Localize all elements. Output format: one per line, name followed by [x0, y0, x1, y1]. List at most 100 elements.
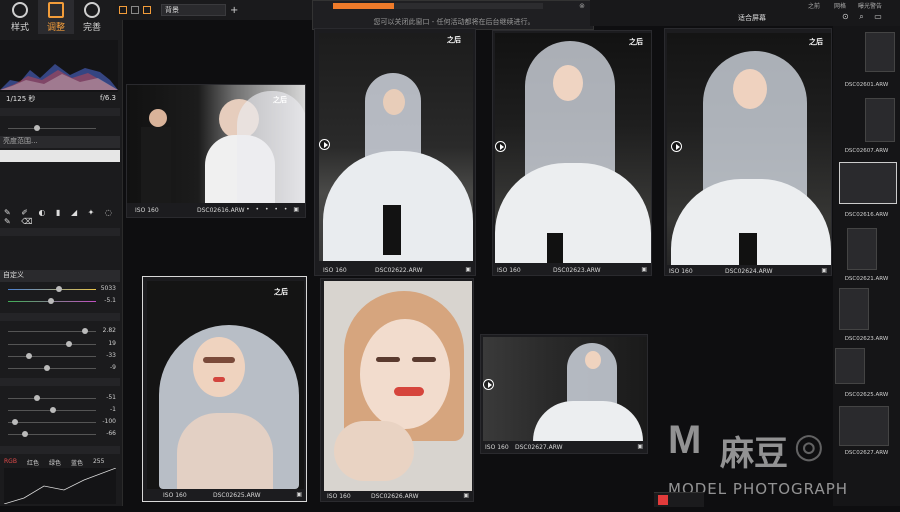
- photo-dsc02624: [667, 33, 831, 265]
- flag-icon[interactable]: ▣: [296, 491, 302, 498]
- layer-opacity-slider[interactable]: [4, 124, 116, 132]
- filmstrip-thumb[interactable]: [847, 228, 877, 270]
- file-name: DSC02616.ARW: [197, 207, 245, 214]
- brightness-slider[interactable]: -33: [4, 352, 116, 360]
- tab-styles-label: 样式: [10, 22, 29, 33]
- thumbnail-card-selected[interactable]: 之后 ISO 160 DSC02625.ARW ▣: [142, 276, 307, 502]
- taskbar: [654, 492, 704, 507]
- curve-tab-blue[interactable]: 蓝色: [71, 458, 83, 467]
- shadow-slider[interactable]: -1: [4, 406, 116, 414]
- brush-tools[interactable]: ✎ ✐ ◐ ▮ ◢ ✦ ◌ ✎ ⌫: [4, 208, 116, 226]
- filmstrip-label: DSC02625.ARW: [844, 392, 889, 398]
- flag-icon[interactable]: ▣: [637, 443, 643, 450]
- photo-dsc02625: [147, 281, 304, 489]
- styles-icon: [12, 1, 28, 18]
- sliders-icon: [48, 1, 64, 18]
- iso-label: ISO 160: [497, 267, 521, 274]
- curve-tab-rgb[interactable]: RGB: [4, 458, 17, 467]
- highlight-slider[interactable]: -51: [4, 394, 116, 402]
- wb-tint-value: -5.1: [104, 297, 116, 304]
- thumbnail-card[interactable]: 之后 ISO 160 DSC02623.ARW ▣: [492, 30, 652, 276]
- refine-icon: [84, 1, 100, 18]
- add-button[interactable]: +: [230, 5, 238, 16]
- iso-label: ISO 160: [327, 493, 351, 500]
- exposure-header: [0, 313, 120, 321]
- play-icon[interactable]: [495, 141, 506, 152]
- flag-icon[interactable]: ▣: [821, 267, 827, 274]
- iso-label: ISO 160: [135, 207, 159, 214]
- photo-dsc02626: [324, 281, 472, 491]
- curve-value: 255: [92, 458, 105, 465]
- filmstrip-thumb[interactable]: [865, 32, 895, 72]
- filmstrip-label: DSC02601.ARW: [844, 82, 889, 88]
- layers-header: [0, 108, 120, 116]
- white-slider[interactable]: -100: [4, 418, 116, 426]
- after-label: 之后: [273, 96, 287, 104]
- input-method-icon[interactable]: [658, 495, 668, 505]
- curve-tab-red[interactable]: 红色: [27, 458, 39, 467]
- after-label: 之后: [274, 288, 288, 296]
- export-progress-fill: [333, 3, 394, 9]
- aperture: f/6.3: [100, 94, 116, 102]
- iso-label: ISO 160: [163, 492, 187, 499]
- tab-refine[interactable]: 完善: [74, 0, 110, 34]
- tab-adjust[interactable]: 调整: [38, 0, 74, 34]
- black-slider[interactable]: -66: [4, 430, 116, 438]
- flag-icon[interactable]: ▣: [465, 266, 471, 273]
- list-view-icon[interactable]: [131, 6, 139, 14]
- thumbnail-card[interactable]: ISO 160 DSC02626.ARW ▣: [320, 278, 474, 502]
- file-name: DSC02622.ARW: [375, 267, 423, 274]
- close-icon[interactable]: ⊗: [579, 2, 585, 10]
- mask-option[interactable]: 亮度范围...: [0, 136, 120, 148]
- browser-toolbar: 背景 +: [115, 0, 315, 20]
- thumbnail-card[interactable]: ISO 160 DSC02627.ARW ▣: [480, 334, 648, 454]
- photo-dsc02627: [483, 337, 647, 441]
- filter-icon[interactable]: [143, 6, 151, 14]
- play-icon[interactable]: [483, 379, 494, 390]
- after-label: 之后: [447, 36, 461, 44]
- photo-dsc02622: [319, 33, 473, 261]
- mask-field[interactable]: [0, 150, 120, 162]
- curve-graph[interactable]: [3, 467, 117, 505]
- curve-header: [0, 446, 120, 454]
- filmstrip-thumb[interactable]: [865, 98, 895, 142]
- thumbnail-card[interactable]: 之后 ISO 160 DSC02624.ARW ▣: [664, 28, 832, 276]
- export-progress: [333, 3, 543, 9]
- curve-tabs: RGB 红色 绿色 蓝色 255: [4, 458, 104, 467]
- filmstrip-label: DSC02621.ARW: [844, 276, 889, 282]
- filmstrip-thumb[interactable]: [839, 288, 869, 330]
- menu-exposure-warning[interactable]: 曝光警告: [858, 1, 882, 10]
- viewer-toolbar: 之前 网格 曝光警告 适合屏幕 ⊙ ⌕ ▭ ⋯: [590, 0, 900, 31]
- file-name: DSC02626.ARW: [371, 493, 419, 500]
- thumbnail-card[interactable]: 之后 ISO 160 DSC02622.ARW ▣: [314, 28, 476, 276]
- curve-tab-green[interactable]: 绿色: [49, 458, 61, 467]
- grid-view-icon[interactable]: [119, 6, 127, 14]
- play-icon[interactable]: [671, 141, 682, 152]
- flag-icon[interactable]: ▣: [641, 266, 647, 273]
- after-label: 之后: [629, 38, 643, 46]
- tab-styles[interactable]: 样式: [2, 0, 38, 34]
- tab-adjust-label: 调整: [46, 22, 65, 33]
- play-icon[interactable]: [319, 139, 330, 150]
- flag-icon[interactable]: ▣: [463, 492, 469, 499]
- histogram: [0, 40, 118, 92]
- photo-dsc02623: [495, 33, 651, 263]
- wb-tint-slider[interactable]: -5.1: [4, 297, 116, 305]
- menu-grid[interactable]: 网格: [834, 1, 846, 10]
- wb-preset[interactable]: 自定义: [0, 270, 120, 282]
- contrast-slider[interactable]: 19: [4, 340, 116, 348]
- wb-temp-slider[interactable]: 5033: [4, 285, 116, 293]
- exposure-slider[interactable]: 2.82: [4, 327, 116, 335]
- fit-screen-select[interactable]: 适合屏幕: [738, 13, 766, 23]
- saturation-slider[interactable]: -9: [4, 364, 116, 372]
- shutter-speed: 1/125 秒: [6, 95, 36, 103]
- menu-before[interactable]: 之前: [808, 1, 820, 10]
- after-label: 之后: [809, 38, 823, 46]
- filmstrip-thumb[interactable]: [839, 162, 897, 204]
- rating-dots[interactable]: • • • • • ▣: [246, 206, 301, 213]
- file-name: DSC02623.ARW: [553, 267, 601, 274]
- filmstrip-thumb[interactable]: [835, 348, 865, 384]
- thumbnail-card[interactable]: 之后 ISO 160 DSC02616.ARW • • • • • ▣: [126, 84, 306, 218]
- file-name: DSC02627.ARW: [515, 444, 563, 451]
- filter-select[interactable]: 背景: [161, 4, 226, 16]
